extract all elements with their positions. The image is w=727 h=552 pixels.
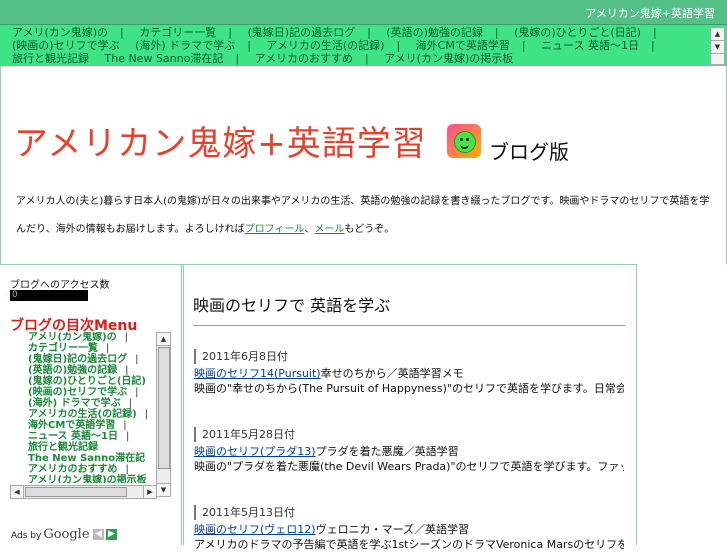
menu-item[interactable]: 旅行と観光記録: [10, 442, 153, 453]
main-content: 映画のセリフで 英語を学ぶ 2011年6月8日付 映画のセリフ14(Pursui…: [183, 264, 637, 551]
menu-item[interactable]: アメリ(カン鬼嫁)の掲示板: [10, 475, 153, 483]
nav-links: アメリ(カン鬼嫁)の | カテゴリー一覧 | (鬼嫁日)記の過去ログ | (英語の)勉…: [12, 26, 702, 66]
entry-summary: 映画の"幸せのちから(The Pursuit of Happyness)"のセリ…: [194, 382, 624, 395]
entry-link[interactable]: 映画のセリフ(ヴェロ12): [194, 523, 316, 536]
entry-summary: 映画の"プラダを着た悪魔(the Devil Wears Prada)"のセリフ…: [194, 460, 624, 473]
menu-item[interactable]: アメリカの生活(の記録) |: [10, 409, 153, 420]
mail-link[interactable]: メール: [314, 224, 344, 235]
nav-item[interactable]: アメリカのおすすめ: [255, 52, 353, 65]
google-logo[interactable]: Google: [43, 527, 89, 542]
nav-separator: |: [120, 26, 124, 39]
blog-entry: 2011年6月8日付 映画のセリフ14(Pursuit)幸せのちから／英語学習メ…: [194, 349, 624, 396]
logo-subtitle: ブログ版: [489, 140, 569, 164]
nav-item[interactable]: カテゴリー一覧: [139, 26, 216, 39]
menu-item[interactable]: The New Sanno滞在記: [10, 453, 153, 464]
menu-item[interactable]: (鬼嫁日)記の過去ログ |: [10, 354, 153, 365]
nav-item[interactable]: (英語の)勉強の記録: [386, 26, 483, 39]
menu-item[interactable]: (海外) ドラマで学ぶ |: [10, 398, 153, 409]
entry-link-tail: 幸せのちから／英語学習メモ: [320, 367, 464, 380]
nav-separator: |: [247, 39, 251, 52]
entry-date: 2011年5月13日付: [194, 505, 624, 520]
nav-item[interactable]: (海外) ドラマで学ぶ: [135, 39, 235, 52]
nav-item[interactable]: 海外CMで英語学習: [416, 39, 510, 52]
nav-item[interactable]: (映画の)セリフで学ぶ: [12, 39, 120, 52]
description-separator: 、: [304, 224, 315, 235]
entry-link[interactable]: 映画のセリフ(プラダ13): [194, 445, 316, 458]
chevron-down-icon[interactable]: ▼: [711, 41, 724, 54]
ads-navigation: ◀ ▶: [93, 526, 119, 540]
chevron-up-icon[interactable]: ▲: [711, 28, 724, 41]
counter-title: ブログへのアクセス数: [10, 280, 110, 291]
menu-list: アメリ(カン鬼嫁)の | カテゴリー一覧 | (鬼嫁日)記の過去ログ | (英語の)勉…: [10, 332, 153, 483]
entry-heading: 映画のセリフ(プラダ13)プラダを着た悪魔／英語学習: [194, 444, 624, 459]
page-title: 映画のセリフで 英語を学ぶ: [193, 296, 391, 315]
entry-link-tail: ヴェロニカ・マーズ／英語学習: [315, 523, 470, 536]
nav-separator: |: [521, 39, 526, 52]
menu-item[interactable]: ニュース 英語〜1日 |: [10, 431, 153, 442]
chevron-down-icon[interactable]: ▼: [157, 483, 170, 496]
nav-item[interactable]: The New Sanno滞在記: [105, 52, 224, 65]
sidebar: ブログへのアクセス数 0 ブログの目次Menu アメリ(カン鬼嫁)の | カテゴリ…: [0, 264, 182, 545]
nav-band: アメリ(カン鬼嫁)の | カテゴリー一覧 | (鬼嫁日)記の過去ログ | (英語の)勉…: [0, 25, 727, 66]
entry-date: 2011年5月28日付: [194, 427, 624, 442]
scroll-thumb[interactable]: [25, 487, 127, 497]
ads-label[interactable]: Ads by Google: [11, 527, 90, 542]
blog-logo[interactable]: アメリカン鬼嫁+英語学習: [14, 116, 427, 165]
site-title[interactable]: アメリカン鬼嫁+英語学習: [585, 5, 715, 21]
blog-entry: 2011年5月28日付 映画のセリフ(プラダ13)プラダを着た悪魔／英語学習 映…: [194, 427, 624, 474]
chevron-left-icon[interactable]: ◀: [93, 529, 104, 540]
menu-horizontal-scrollbar[interactable]: ◀ ▶: [10, 485, 157, 499]
profile-link[interactable]: プロフィール: [245, 224, 305, 235]
nav-separator: |: [494, 26, 499, 39]
nav-scrollbar[interactable]: ▲ ▼: [710, 27, 725, 65]
nav-item[interactable]: (鬼嫁の)ひとりごと(日記): [514, 26, 641, 39]
menu-box: アメリ(カン鬼嫁)の | カテゴリー一覧 | (鬼嫁日)記の過去ログ | (英語の)勉…: [10, 332, 171, 499]
nav-separator: |: [367, 26, 371, 39]
nav-item[interactable]: ニュース 英語〜1日: [541, 39, 639, 52]
nav-separator: |: [228, 26, 232, 39]
nav-separator: |: [651, 39, 655, 52]
nav-separator: |: [365, 52, 369, 65]
top-bar: アメリカン鬼嫁+英語学習: [0, 0, 727, 25]
access-counter: 0: [10, 290, 88, 301]
entry-link-tail: プラダを着た悪魔／英語学習: [315, 445, 459, 458]
menu-item[interactable]: カテゴリー一覧 |: [10, 343, 153, 354]
nav-item[interactable]: (鬼嫁日)記の過去ログ: [247, 26, 355, 39]
nav-separator: |: [652, 26, 657, 39]
title-divider: [193, 325, 625, 326]
menu-item[interactable]: (英語の)勉強の記録 |: [10, 365, 153, 376]
menu-item[interactable]: (映画の)セリフで学ぶ |: [10, 387, 153, 398]
scroll-thumb[interactable]: [158, 347, 170, 469]
ads-by-text: Ads by: [11, 531, 42, 541]
menu-item[interactable]: アメリ(カン鬼嫁)の |: [10, 332, 153, 343]
entry-date: 2011年6月8日付: [194, 349, 624, 364]
menu-item[interactable]: 海外CMで英語学習 |: [10, 420, 153, 431]
nav-separator: |: [396, 39, 401, 52]
nav-item[interactable]: アメリ(カン鬼嫁)の掲示板: [384, 52, 513, 65]
chevron-right-icon[interactable]: ▶: [143, 486, 156, 498]
smiley-icon: [447, 124, 481, 158]
entry-heading: 映画のセリフ14(Pursuit)幸せのちから／英語学習メモ: [194, 366, 624, 381]
blog-description: アメリカ人の(夫と)暮らす日本人(の鬼嫁)が日々の出来事やアメリカの生活、英語の…: [16, 188, 716, 244]
chevron-right-icon[interactable]: ▶: [106, 529, 117, 540]
nav-item[interactable]: アメリカの生活(の記録): [266, 39, 384, 52]
nav-item[interactable]: 旅行と観光記録: [12, 52, 89, 65]
chevron-up-icon[interactable]: ▲: [157, 333, 170, 346]
blog-header: アメリカン鬼嫁+英語学習 ブログ版 アメリカ人の(夫と)暮らす日本人(の鬼嫁)が…: [0, 66, 727, 265]
description-tail: もどうぞ。: [344, 224, 395, 235]
chevron-left-icon[interactable]: ◀: [11, 486, 24, 498]
menu-item[interactable]: アメリカのおすすめ |: [10, 464, 153, 475]
menu-item[interactable]: (鬼嫁の)ひとりごと(日記)|: [10, 376, 153, 387]
entry-heading: 映画のセリフ(ヴェロ12)ヴェロニカ・マーズ／英語学習: [194, 522, 624, 537]
nav-separator: |: [235, 52, 240, 65]
menu-vertical-scrollbar[interactable]: ▲ ▼: [156, 332, 171, 497]
nav-item[interactable]: アメリ(カン鬼嫁)の: [12, 26, 108, 39]
right-column: [637, 264, 727, 545]
entry-link[interactable]: 映画のセリフ14(Pursuit): [194, 367, 321, 380]
